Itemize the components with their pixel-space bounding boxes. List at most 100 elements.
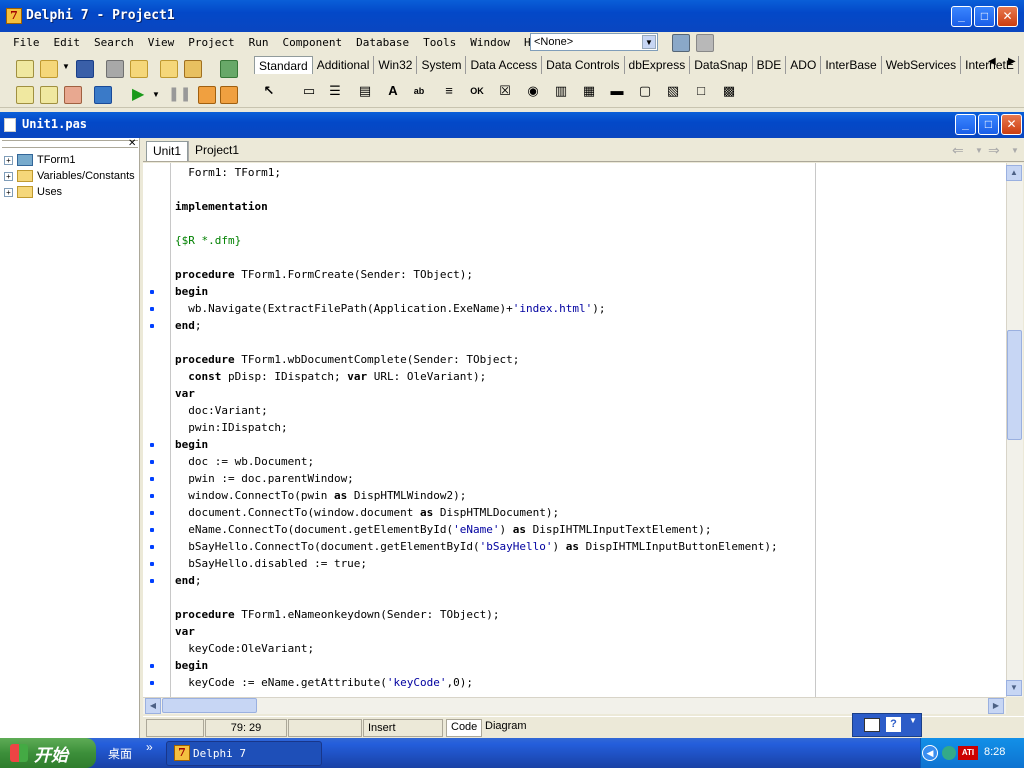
panel-icon[interactable]: □ (690, 80, 712, 102)
help-icon[interactable]: ? (886, 717, 901, 732)
palette-tab-standard[interactable]: Standard (254, 56, 313, 74)
tray-chevron-icon[interactable]: ◀ (922, 745, 938, 761)
view-unit-icon[interactable] (16, 86, 34, 104)
menu-window[interactable]: Window (463, 32, 517, 54)
palette-tab-additional[interactable]: Additional (313, 56, 375, 74)
add-file-icon[interactable] (160, 60, 178, 78)
quicklaunch-chevron-icon[interactable]: » (146, 740, 153, 754)
scroll-up-button[interactable]: ▲ (1006, 165, 1022, 181)
menu-edit[interactable]: Edit (47, 32, 88, 54)
network-icon[interactable] (942, 746, 956, 760)
palette-tab-data-controls[interactable]: Data Controls (542, 56, 625, 74)
forward-arrow-icon[interactable]: ⇒ (988, 142, 1000, 159)
dropdown-arrow-icon[interactable]: ▼ (62, 62, 70, 71)
clock[interactable]: 8:28 (984, 746, 1005, 758)
horizontal-scroll-thumb[interactable] (162, 698, 257, 713)
tab-unit1[interactable]: Unit1 (146, 141, 189, 161)
minimize-button[interactable]: _ (951, 6, 972, 27)
new-form-icon[interactable] (94, 86, 112, 104)
tab-diagram[interactable]: Diagram (481, 719, 531, 737)
vertical-scroll-thumb[interactable] (1007, 330, 1022, 440)
breakpoint-marker-icon[interactable] (150, 579, 154, 583)
tab-code[interactable]: Code (446, 719, 483, 737)
close-button[interactable]: ✕ (997, 6, 1018, 27)
breakpoint-marker-icon[interactable] (150, 494, 154, 498)
radiogroup-icon[interactable]: ▧ (662, 80, 684, 102)
breakpoint-marker-icon[interactable] (150, 460, 154, 464)
mainmenu-icon[interactable]: ☰ (324, 80, 346, 102)
tree-item-tform1[interactable]: + TForm1 (4, 152, 76, 168)
button-icon[interactable]: OK (466, 80, 488, 102)
ati-tray-icon[interactable]: ATI (958, 746, 978, 760)
breakpoint-marker-icon[interactable] (150, 545, 154, 549)
frame-icon[interactable]: ▭ (298, 80, 320, 102)
save-desktop-icon[interactable] (672, 34, 690, 52)
language-bar-options-icon[interactable]: ▼ (909, 716, 917, 725)
close-icon[interactable]: ✕ (128, 138, 136, 149)
editor-titlebar[interactable] (0, 112, 1024, 138)
palette-tab-webservices[interactable]: WebServices (882, 56, 962, 74)
popupmenu-icon[interactable]: ▤ (354, 80, 376, 102)
breakpoint-marker-icon[interactable] (150, 664, 154, 668)
remove-file-icon[interactable] (184, 60, 202, 78)
palette-tab-dbexpress[interactable]: dbExpress (625, 56, 691, 74)
new-icon[interactable] (16, 60, 34, 78)
breakpoint-marker-icon[interactable] (150, 443, 154, 447)
edit-icon[interactable]: ab (408, 80, 430, 102)
keyboard-icon[interactable] (864, 718, 880, 732)
code-explorer-grip[interactable] (2, 140, 138, 148)
editor-minimize-button[interactable]: _ (955, 114, 976, 135)
palette-scroll-right-icon[interactable]: ▶ (1008, 56, 1016, 67)
groupbox-icon[interactable]: ▢ (634, 80, 656, 102)
breakpoint-marker-icon[interactable] (150, 562, 154, 566)
breakpoint-marker-icon[interactable] (150, 324, 154, 328)
menu-database[interactable]: Database (349, 32, 416, 54)
palette-tab-ado[interactable]: ADO (786, 56, 822, 74)
breakpoint-marker-icon[interactable] (150, 307, 154, 311)
quicklaunch-desktop[interactable]: 桌面 (108, 745, 132, 762)
menu-view[interactable]: View (141, 32, 182, 54)
combobox-icon[interactable]: ▦ (578, 80, 600, 102)
expand-icon[interactable]: + (4, 155, 13, 165)
expand-icon[interactable]: + (4, 171, 13, 181)
menu-project[interactable]: Project (181, 32, 241, 54)
scroll-down-button[interactable]: ▼ (1006, 680, 1022, 696)
open-project-icon[interactable] (130, 60, 148, 78)
menu-run[interactable]: Run (242, 32, 276, 54)
listbox-icon[interactable]: ▥ (550, 80, 572, 102)
menu-component[interactable]: Component (275, 32, 349, 54)
forward-dropdown-icon[interactable]: ▼ (1011, 146, 1019, 155)
back-arrow-icon[interactable]: ⇐ (952, 142, 964, 159)
breakpoint-marker-icon[interactable] (150, 528, 154, 532)
save-all-icon[interactable] (106, 60, 124, 78)
editor-restore-button[interactable]: □ (978, 114, 999, 135)
memo-icon[interactable]: ≡ (438, 80, 460, 102)
breakpoint-marker-icon[interactable] (150, 681, 154, 685)
palette-scroll-left-icon[interactable]: ◀ (988, 56, 996, 67)
scrollbar-icon[interactable]: ▬ (606, 80, 628, 102)
chevron-down-icon[interactable]: ▼ (642, 35, 656, 49)
palette-tab-interbase[interactable]: InterBase (821, 56, 882, 74)
desktop-layout-combo[interactable]: <None> ▼ (530, 33, 658, 51)
label-icon[interactable]: A (382, 80, 404, 102)
editor-close-button[interactable]: ✕ (1001, 114, 1022, 135)
open-icon[interactable] (40, 60, 58, 78)
tab-project1[interactable]: Project1 (188, 141, 245, 161)
maximize-button[interactable]: □ (974, 6, 995, 27)
help-contents-icon[interactable] (220, 60, 238, 78)
palette-tab-system[interactable]: System (417, 56, 467, 74)
radiobutton-icon[interactable]: ◉ (522, 80, 544, 102)
view-form-icon[interactable] (40, 86, 58, 104)
checkbox-icon[interactable]: ☒ (494, 80, 516, 102)
breakpoint-marker-icon[interactable] (150, 511, 154, 515)
save-icon[interactable] (76, 60, 94, 78)
tree-item-uses[interactable]: + Uses (4, 184, 62, 200)
expand-icon[interactable]: + (4, 187, 13, 197)
pointer-icon[interactable]: ↖ (258, 80, 280, 102)
menu-search[interactable]: Search (87, 32, 141, 54)
palette-tab-datasnap[interactable]: DataSnap (690, 56, 753, 74)
back-dropdown-icon[interactable]: ▼ (975, 146, 983, 155)
menu-tools[interactable]: Tools (416, 32, 463, 54)
breakpoint-marker-icon[interactable] (150, 477, 154, 481)
editor-gutter[interactable] (143, 163, 171, 697)
